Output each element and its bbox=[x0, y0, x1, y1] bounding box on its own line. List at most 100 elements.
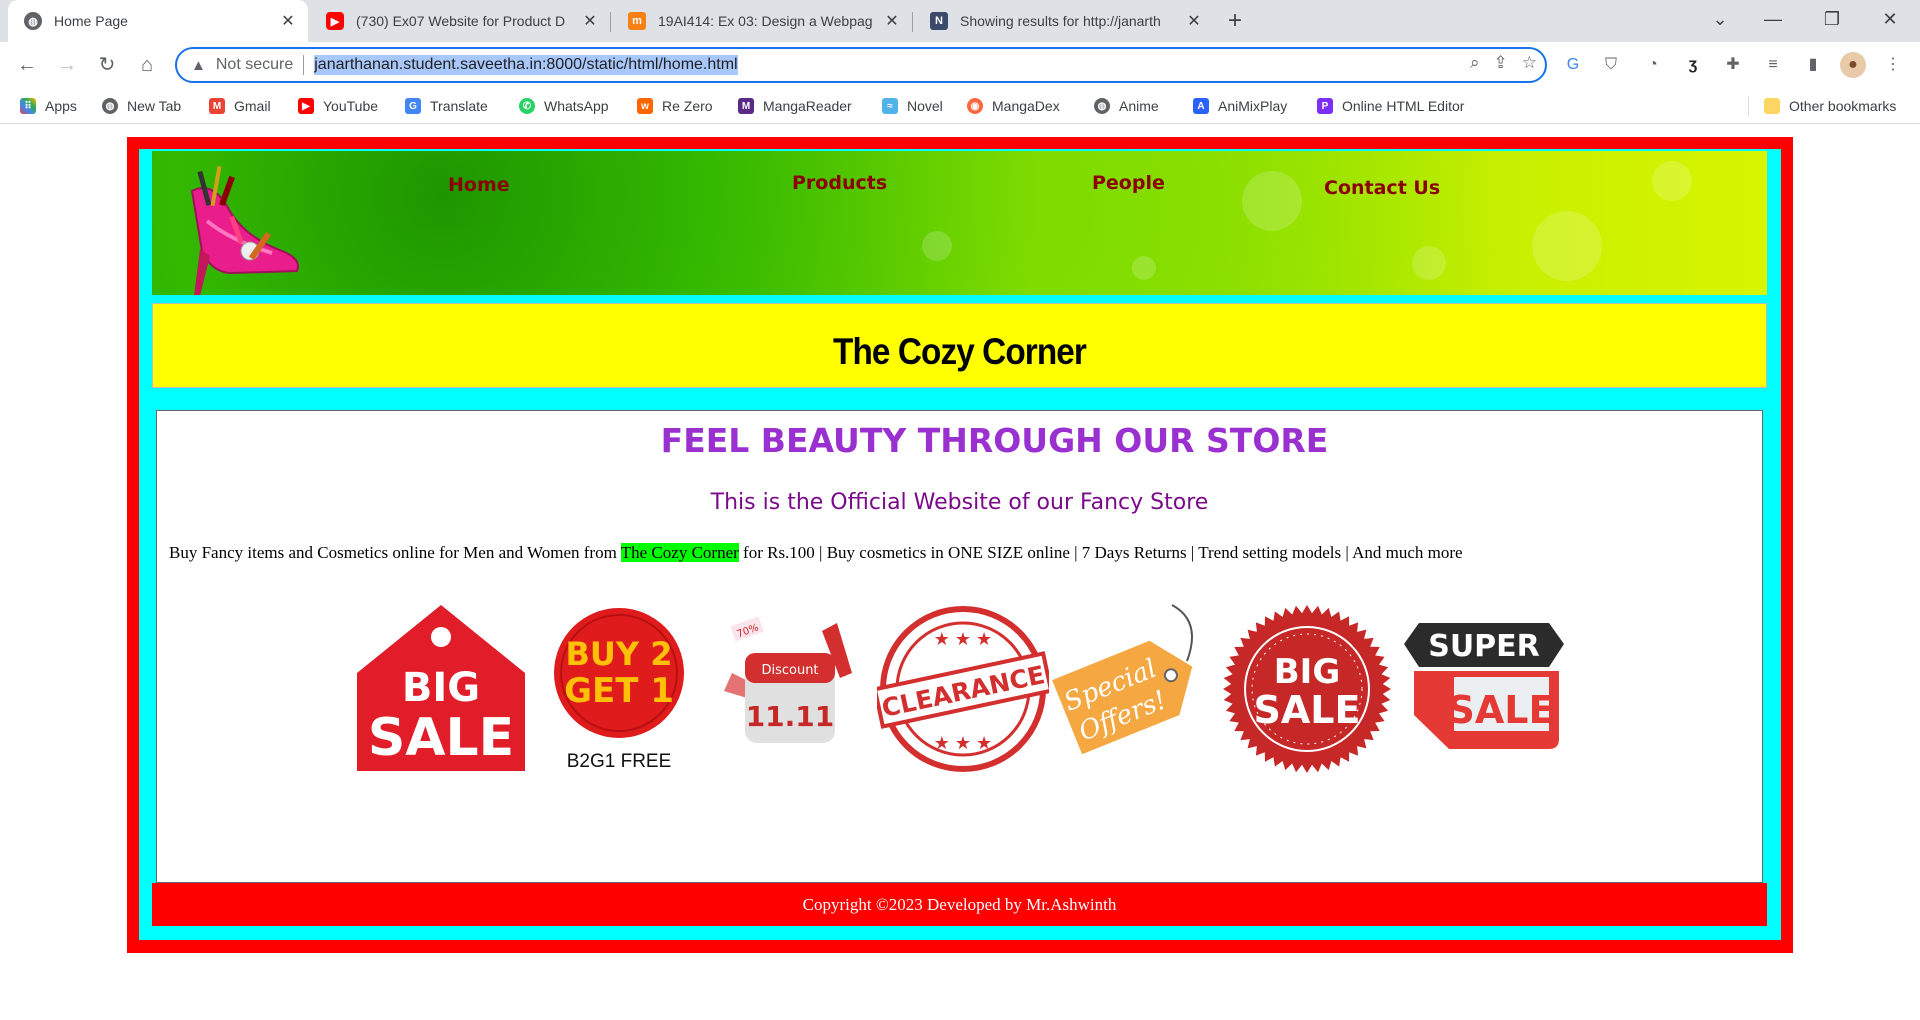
bookmark-mangareader[interactable]: M MangaReader bbox=[738, 94, 852, 118]
performance-icon[interactable]: ◔ bbox=[1640, 52, 1666, 78]
copyright-text: Copyright ©2023 Developed by Mr.Ashwinth bbox=[802, 895, 1117, 914]
warning-icon: ▲ bbox=[191, 56, 206, 74]
moodle-icon: m bbox=[628, 12, 646, 30]
zoom-icon[interactable]: ⌕ bbox=[1470, 53, 1480, 73]
folder-icon bbox=[1764, 98, 1780, 114]
back-icon[interactable]: ← bbox=[12, 50, 42, 80]
close-tab-icon[interactable]: ✕ bbox=[578, 11, 602, 31]
bookmark-online-html-editor[interactable]: P Online HTML Editor bbox=[1317, 94, 1464, 118]
minimize-icon[interactable]: — bbox=[1753, 4, 1793, 34]
bookmark-label: Novel bbox=[907, 98, 943, 114]
nav-products[interactable]: Products bbox=[792, 172, 887, 194]
address-divider bbox=[303, 55, 305, 75]
tab-title: Home Page bbox=[54, 13, 128, 29]
badge-text: SALE bbox=[1254, 688, 1361, 732]
close-tab-icon[interactable]: ✕ bbox=[1182, 11, 1206, 31]
big-sale-seal-badge: BIG SALE bbox=[1223, 605, 1391, 773]
extensions-puzzle-icon[interactable]: ✚ bbox=[1720, 52, 1746, 78]
badge-text: BIG bbox=[402, 665, 480, 711]
tab-moodle[interactable]: m 19AI414: Ex 03: Design a Webpag ✕ bbox=[612, 0, 912, 42]
bookmark-star-icon[interactable]: ☆ bbox=[1522, 53, 1537, 73]
new-tab-icon[interactable]: + bbox=[1220, 6, 1250, 36]
bookmark-gmail[interactable]: M Gmail bbox=[209, 94, 271, 118]
bookmark-translate[interactable]: G Translate bbox=[405, 94, 488, 118]
bookmark-label: Translate bbox=[430, 98, 488, 114]
clearance-stamp-badge: ★ ★ ★ ★ ★ ★ CLEARANCE bbox=[877, 606, 1049, 772]
bookmark-youtube[interactable]: ▶ YouTube bbox=[298, 94, 378, 118]
url-text[interactable]: janarthanan.student.saveetha.in:8000/sta… bbox=[314, 55, 738, 75]
address-actions: ⌕ ⇪ ☆ bbox=[1470, 53, 1537, 73]
badge-text: 11.11 bbox=[746, 700, 835, 733]
nav-people[interactable]: People bbox=[1092, 172, 1165, 194]
headline: FEEL BEAUTY THROUGH OUR STORE bbox=[660, 421, 1329, 460]
mangareader-icon: M bbox=[738, 98, 754, 114]
bokeh-bubble bbox=[1652, 161, 1692, 201]
super-sale-badge: SUPER SALE bbox=[1404, 623, 1564, 749]
profile-avatar[interactable]: ● bbox=[1840, 52, 1866, 78]
main-content: FEEL BEAUTY THROUGH OUR STORE This is th… bbox=[156, 410, 1763, 883]
reload-icon[interactable]: ↻ bbox=[92, 50, 122, 80]
html-editor-icon: P bbox=[1317, 98, 1333, 114]
tab-search-icon[interactable]: ⌄ bbox=[1700, 4, 1740, 34]
nav-home[interactable]: Home bbox=[448, 174, 510, 196]
subheadline: This is the Official Website of our Fanc… bbox=[710, 490, 1209, 515]
side-panel-icon[interactable]: ▮ bbox=[1800, 52, 1826, 78]
badge-text: SALE bbox=[368, 708, 514, 768]
badge-text: Discount bbox=[761, 663, 818, 678]
bookmarks-divider bbox=[1748, 96, 1749, 116]
bookmark-other[interactable]: Other bookmarks bbox=[1764, 94, 1896, 118]
tab-home-page[interactable]: ◍ Home Page ✕ bbox=[8, 0, 308, 42]
reading-list-icon[interactable]: ≡ bbox=[1760, 52, 1786, 78]
tab-title: Showing results for http://janarth bbox=[960, 13, 1161, 29]
tab-youtube[interactable]: ▶ (730) Ex07 Website for Product D ✕ bbox=[310, 0, 610, 42]
forward-icon[interactable]: → bbox=[52, 50, 82, 80]
shield-icon[interactable]: ⛉ bbox=[1598, 52, 1624, 78]
globe-icon: ◍ bbox=[1094, 98, 1110, 114]
bokeh-bubble bbox=[1532, 211, 1602, 281]
bokeh-bubble bbox=[922, 231, 952, 261]
gmail-icon: M bbox=[209, 98, 225, 114]
share-icon[interactable]: ⇪ bbox=[1494, 53, 1508, 73]
badge-caption: B2G1 FREE bbox=[567, 751, 672, 772]
globe-icon: ◍ bbox=[24, 12, 42, 30]
tab-separator bbox=[610, 12, 611, 32]
close-tab-icon[interactable]: ✕ bbox=[880, 11, 904, 31]
big-sale-tag-badge: BIG SALE bbox=[357, 605, 525, 771]
menu-icon[interactable]: ⋮ bbox=[1880, 52, 1906, 78]
bookmark-apps[interactable]: ⠿ Apps bbox=[20, 94, 77, 118]
bokeh-bubble bbox=[1412, 246, 1446, 280]
tab-validator[interactable]: N Showing results for http://janarth ✕ bbox=[914, 0, 1214, 42]
bookmark-novel[interactable]: ≈ Novel bbox=[882, 94, 943, 118]
google-translate-icon[interactable]: G bbox=[1560, 52, 1586, 78]
bokeh-bubble bbox=[1242, 171, 1302, 231]
bookmarks-bar: ⠿ Apps ◍ New Tab M Gmail ▶ YouTube G Translat… bbox=[0, 88, 1920, 124]
address-bar[interactable]: ▲ Not secure janarthanan.student.saveeth… bbox=[175, 47, 1547, 83]
bookmark-anime[interactable]: ◍ Anime bbox=[1094, 94, 1159, 118]
tab-strip: ◍ Home Page ✕ ▶ (730) Ex07 Website for P… bbox=[0, 0, 1920, 42]
bookmark-animixplay[interactable]: A AniMixPlay bbox=[1193, 94, 1287, 118]
badge-text: BUY 2 bbox=[566, 635, 673, 673]
bookmark-whatsapp[interactable]: ✆ WhatsApp bbox=[519, 94, 609, 118]
star-icon: ★ ★ ★ bbox=[934, 629, 992, 649]
bookmark-label: Other bookmarks bbox=[1789, 98, 1897, 114]
bookmark-label: Online HTML Editor bbox=[1342, 98, 1465, 114]
tab-title: (730) Ex07 Website for Product D bbox=[356, 13, 566, 29]
tab-separator bbox=[912, 12, 913, 32]
bookmark-label: Anime bbox=[1119, 98, 1159, 114]
bookmark-re-zero[interactable]: w Re Zero bbox=[637, 94, 713, 118]
bookmark-label: MangaDex bbox=[992, 98, 1060, 114]
globe-icon: ◍ bbox=[102, 98, 118, 114]
bookmark-new-tab[interactable]: ◍ New Tab bbox=[102, 94, 181, 118]
close-window-icon[interactable]: ✕ bbox=[1870, 4, 1910, 34]
buy2-get1-badge: BUY 2 GET 1 B2G1 FREE bbox=[554, 608, 684, 772]
bookmark-label: Re Zero bbox=[662, 98, 713, 114]
close-tab-icon[interactable]: ✕ bbox=[276, 11, 300, 31]
high-heel-logo-icon bbox=[190, 165, 299, 295]
site-header: Home Products People Contact Us bbox=[152, 151, 1767, 295]
bookmark-mangadex[interactable]: ◉ MangaDex bbox=[967, 94, 1060, 118]
restore-icon[interactable]: ❐ bbox=[1812, 4, 1852, 34]
extension-icon[interactable]: ʒ bbox=[1680, 52, 1706, 78]
site-title: The Cozy Corner bbox=[833, 331, 1087, 372]
home-icon[interactable]: ⌂ bbox=[132, 50, 162, 80]
nav-contact-us[interactable]: Contact Us bbox=[1324, 177, 1440, 199]
